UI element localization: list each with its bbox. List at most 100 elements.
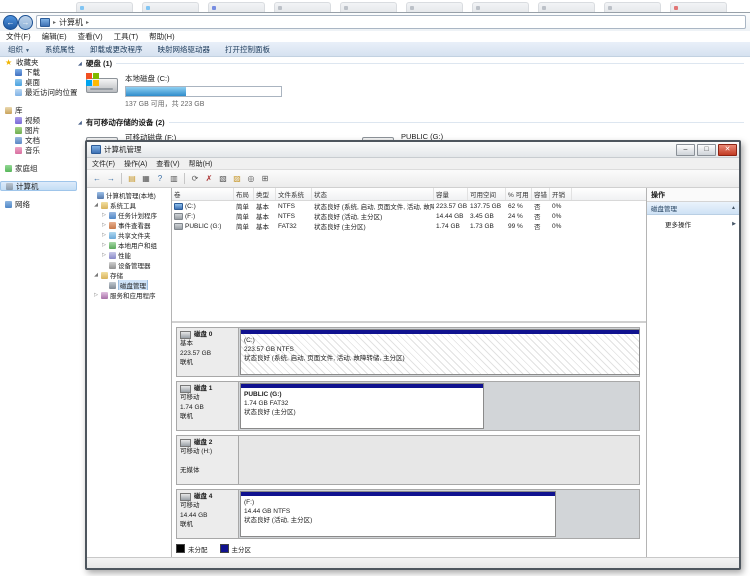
delete-icon[interactable]: ✗ [203,173,215,185]
local-disk-icon [86,73,118,95]
sidebar-item-favorites[interactable]: ★ 收藏夹 [0,57,77,67]
column-header[interactable]: 布局 [234,188,254,200]
column-header[interactable]: % 可用 [506,188,532,200]
sidebar-item-pictures[interactable]: 图片 [0,125,77,135]
tree-item-performance[interactable]: ▷ 性能 [87,250,171,260]
disk-label[interactable]: 磁盘 0 基本 223.57 GB 联机 [177,328,239,376]
sidebar-item-documents[interactable]: 文档 [0,135,77,145]
sidebar-item-computer[interactable]: 计算机 [0,181,77,191]
disk-label[interactable]: 磁盘 4 可移动 14.44 GB 联机 [177,490,239,538]
tree-item-shared-folders[interactable]: ▷ 共享文件夹 [87,230,171,240]
column-header[interactable]: 可用空间 [468,188,506,200]
open-folder-icon[interactable]: ▨ [231,173,243,185]
sidebar-item-desktop[interactable]: 桌面 [0,77,77,87]
column-header[interactable]: 容错 [532,188,550,200]
tree-item-storage[interactable]: ◢ 存储 [87,270,171,280]
group-header-hard-disks[interactable]: ◢ 硬盘 (1) [78,58,748,69]
expanded-arrow-icon[interactable]: ◢ [93,202,99,208]
tree-item-event-viewer[interactable]: ▷ 事件查看器 [87,220,171,230]
legend-primary: 主分区 [219,544,251,554]
minimize-button[interactable]: – [676,143,695,156]
partition-g[interactable]: PUBLIC (G:) 1.74 GB FAT32 状态良好 (主分区) [240,383,484,429]
map-network-drive-button[interactable]: 映射网络驱动器 [157,44,210,55]
collapsed-arrow-icon[interactable]: ▷ [101,252,107,258]
back-button[interactable]: ← [3,15,18,30]
column-header[interactable]: 状态 [312,188,434,200]
menu-edit[interactable]: 编辑(E) [42,31,67,42]
menu-tools[interactable]: 工具(T) [114,31,139,42]
disk-icon [180,492,191,501]
refresh-icon[interactable]: ⟳ [189,173,201,185]
export-list-icon[interactable]: ▦ [140,173,152,185]
column-header[interactable]: 文件系统 [276,188,312,200]
sidebar-item-music[interactable]: 音乐 [0,145,77,155]
disk-track-empty[interactable] [239,436,639,484]
forward-button[interactable]: → [18,15,33,30]
collapsed-arrow-icon[interactable]: ▷ [101,232,107,238]
help-icon[interactable]: ? [154,173,166,185]
find-icon[interactable]: ◎ [245,173,257,185]
collapsed-arrow-icon[interactable]: ▷ [101,242,107,248]
sidebar-item-network[interactable]: 网络 [0,199,77,209]
sidebar-item-videos[interactable]: 视频 [0,115,77,125]
volume-row-f[interactable]: (F:) 简单 基本 NTFS 状态良好 (活动, 主分区) 14.44 GB 3.4… [172,211,646,221]
tree-item-task-scheduler[interactable]: ▷ 任务计划程序 [87,210,171,220]
breadcrumb[interactable]: 计算机 [59,17,83,28]
tree-item-root[interactable]: 计算机管理(本地) [87,190,171,200]
tree-item-system-tools[interactable]: ◢ 系统工具 [87,200,171,210]
collapsed-arrow-icon[interactable]: ▷ [101,212,107,218]
tree-item-device-manager[interactable]: 设备管理器 [87,260,171,270]
collapsed-arrow-icon[interactable]: ▷ [101,222,107,228]
tree-item-services[interactable]: ▷ 服务和应用程序 [87,290,171,300]
uninstall-program-button[interactable]: 卸载或更改程序 [90,44,143,55]
column-header[interactable]: 卷 [172,188,234,200]
collapse-arrow-icon[interactable]: ▲ [731,205,736,211]
tab-favicon [410,6,414,10]
sidebar-item-libraries[interactable]: 库 [0,105,77,115]
computer-icon [6,182,13,190]
address-bar[interactable]: ▸ 计算机 ▸ [36,15,746,29]
disk-row-1: 磁盘 1 可移动 1.74 GB 联机 PUBLIC (G:) 1.74 GB FAT… [176,381,640,431]
collapse-triangle-icon: ◢ [78,119,82,126]
system-properties-button[interactable]: 系统属性 [45,44,75,55]
disk-label[interactable]: 磁盘 1 可移动 1.74 GB 联机 [177,382,239,430]
back-icon[interactable]: ← [91,173,103,185]
menu-help[interactable]: 帮助(H) [149,31,174,42]
partition-f[interactable]: (F:) 14.44 GB NTFS 状态良好 (活动, 主分区) [240,491,556,537]
maximize-button[interactable]: □ [697,143,716,156]
drive-item-c[interactable]: 本地磁盘 (C:) 137 GB 可用，共 223 GB [86,73,354,109]
volume-row-c[interactable]: (C:) 简单基本 NTFS状态良好 (系统, 启动, 页面文件, 活动, 故障… [172,201,646,211]
actions-section-disk-management[interactable]: 磁盘管理 ▲ [647,202,739,215]
more-actions-item[interactable]: 更多操作 ▶ [647,215,739,229]
partition-c[interactable]: (C:) 223.57 GB NTFS 状态良好 (系统, 启动, 页面文件, 活动… [240,329,640,375]
legend-unallocated: 未分配 [176,544,208,554]
management-statusbar [87,557,739,568]
menu-file[interactable]: 文件(F) [6,31,31,42]
disk-label[interactable]: 磁盘 2 可移动 (H:) 无媒体 [177,436,239,484]
sidebar-item-recent-places[interactable]: 最近访问的位置 [0,87,77,97]
sidebar-item-homegroup[interactable]: 家庭组 [0,163,77,173]
group-header-removable[interactable]: ◢ 有可移动存储的设备 (2) [78,117,748,128]
column-header[interactable]: 类型 [254,188,276,200]
menu-view[interactable]: 查看(V) [78,31,103,42]
column-header[interactable]: 容量 [434,188,468,200]
menu-file[interactable]: 文件(F) [92,159,115,169]
menu-view[interactable]: 查看(V) [156,159,179,169]
show-console-tree-icon[interactable]: ▤ [126,173,138,185]
properties-icon[interactable]: ▧ [217,173,229,185]
tree-item-disk-management[interactable]: 磁盘管理 [87,280,171,290]
volume-row-g[interactable]: PUBLIC (G:) 简单 基本 FAT32 状态良好 (主分区) 1.74 GB… [172,221,646,231]
menu-help[interactable]: 帮助(H) [189,159,213,169]
collapsed-arrow-icon[interactable]: ▷ [93,292,99,298]
close-button[interactable]: ✕ [718,143,737,156]
organize-button[interactable]: 组织 ▼ [8,44,30,55]
menu-action[interactable]: 操作(A) [124,159,147,169]
tree-item-local-users[interactable]: ▷ 本地用户和组 [87,240,171,250]
show-action-pane-icon[interactable]: ▥ [168,173,180,185]
column-header[interactable]: 开销 [550,188,572,200]
forward-icon[interactable]: → [105,173,117,185]
expanded-arrow-icon[interactable]: ◢ [93,272,99,278]
open-control-panel-button[interactable]: 打开控制面板 [225,44,270,55]
manage-computer-icon[interactable]: ⊞ [259,173,271,185]
sidebar-item-downloads[interactable]: 下载 [0,67,77,77]
